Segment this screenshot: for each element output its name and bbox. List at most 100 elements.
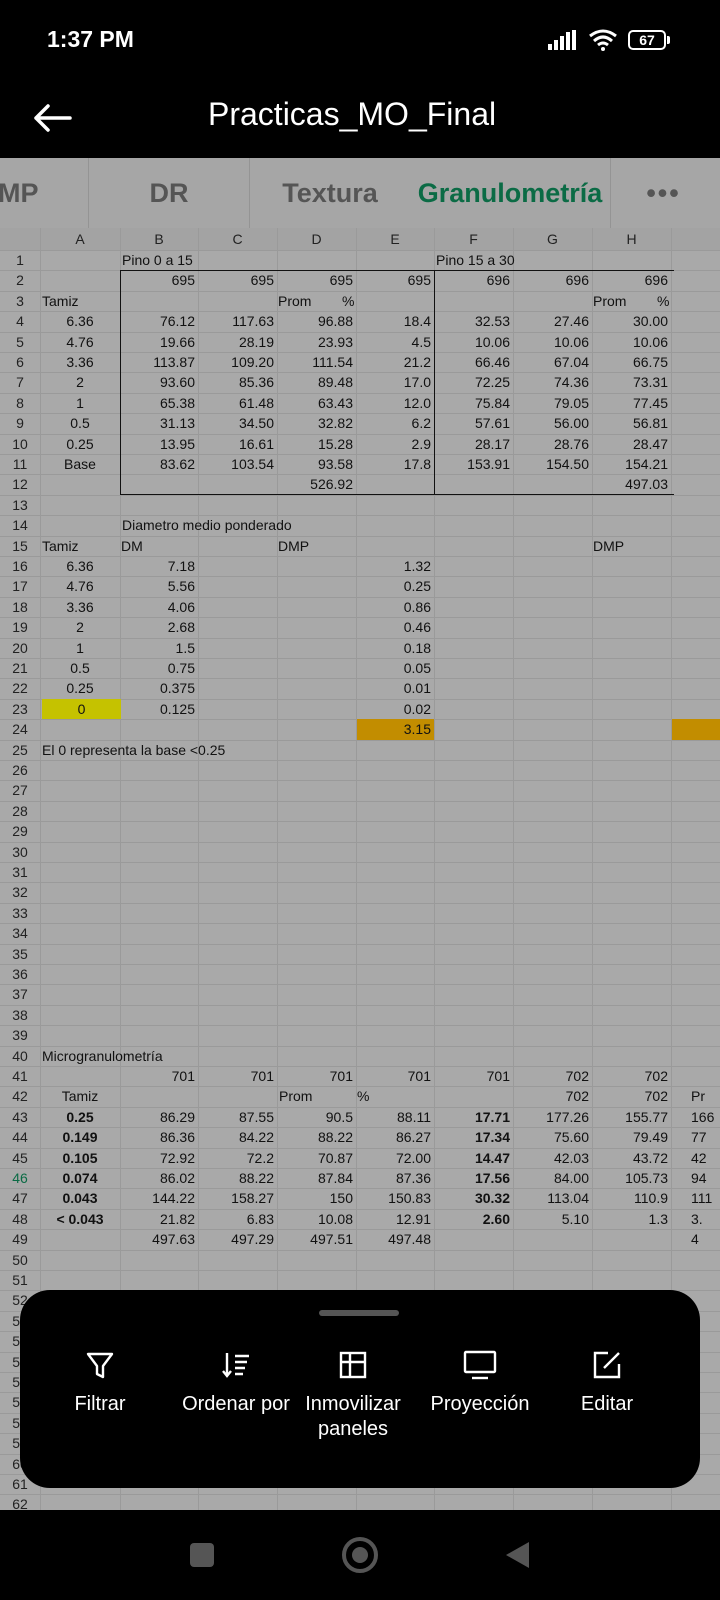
cell-b44[interactable]: 86.36 [120,1127,198,1147]
cell-c46[interactable]: 88.22 [198,1168,277,1188]
row-number[interactable]: 1 [0,250,40,270]
cell-b18[interactable]: 4.06 [120,597,198,617]
row-number[interactable]: 34 [0,923,40,943]
cell-e22[interactable]: 0.01 [356,678,434,698]
cell-i42[interactable]: Pr [691,1086,720,1106]
row-number[interactable]: 2 [0,270,40,290]
cell-a19[interactable]: 2 [40,617,120,637]
cell-a20[interactable]: 1 [40,638,120,658]
cell-g44[interactable]: 75.60 [513,1127,592,1147]
row-number[interactable]: 46 [0,1168,40,1188]
recents-button[interactable] [177,1532,227,1578]
cell-a48[interactable]: < 0.043 [40,1209,120,1229]
cell-b23[interactable]: 0.125 [120,699,198,719]
cell-a45[interactable]: 0.105 [40,1148,120,1168]
column-header-f[interactable]: F [434,228,513,250]
cell-b16[interactable]: 7.18 [120,556,198,576]
row-number[interactable]: 15 [0,536,40,556]
cell-d15[interactable]: DMP [278,536,357,556]
cell-g45[interactable]: 42.03 [513,1148,592,1168]
cell-c43[interactable]: 87.55 [198,1107,277,1127]
column-header-g[interactable]: G [513,228,592,250]
cell-b1[interactable]: Pino 0 a 15 [122,250,442,270]
row-number[interactable]: 13 [0,495,40,515]
cell-e24[interactable]: 3.15 [357,719,434,740]
cell-i43[interactable]: 166 [691,1107,720,1127]
cell-b45[interactable]: 72.92 [120,1148,198,1168]
cell-d47[interactable]: 150 [277,1188,356,1208]
cell-a25[interactable]: El 0 representa la base <0.25 [42,740,362,760]
cell-a11[interactable]: Base [40,454,120,474]
row-number[interactable]: 17 [0,576,40,596]
cell-b22[interactable]: 0.375 [120,678,198,698]
cell-h45[interactable]: 43.72 [592,1148,671,1168]
cell-e20[interactable]: 0.18 [356,638,434,658]
row-number[interactable]: 38 [0,1005,40,1025]
cell-a3[interactable]: Tamiz [42,291,122,311]
row-number[interactable]: 39 [0,1025,40,1045]
row-number[interactable]: 26 [0,760,40,780]
row-number[interactable]: 45 [0,1148,40,1168]
cell-e18[interactable]: 0.86 [356,597,434,617]
cell-a7[interactable]: 2 [40,372,120,392]
cell-d46[interactable]: 87.84 [277,1168,356,1188]
cell-e23[interactable]: 0.02 [356,699,434,719]
cell-b43[interactable]: 86.29 [120,1107,198,1127]
cell-i44[interactable]: 77 [691,1127,720,1147]
row-number[interactable]: 35 [0,944,40,964]
cell-b49[interactable]: 497.63 [120,1229,198,1249]
cell-i47[interactable]: 111 [691,1188,720,1208]
cell-b17[interactable]: 5.56 [120,576,198,596]
back-button[interactable] [28,94,76,142]
cell-e49[interactable]: 497.48 [356,1229,434,1249]
tab-dr[interactable]: DR [89,158,249,228]
projection-button[interactable]: Proyección [415,1350,545,1417]
cell-i46[interactable]: 94 [691,1168,720,1188]
cell-h48[interactable]: 1.3 [592,1209,671,1229]
cell-b46[interactable]: 86.02 [120,1168,198,1188]
row-number[interactable]: 49 [0,1229,40,1249]
row-number[interactable]: 14 [0,515,40,535]
row-number[interactable]: 10 [0,434,40,454]
row-number[interactable]: 32 [0,882,40,902]
cell-g46[interactable]: 84.00 [513,1168,592,1188]
row-number[interactable]: 40 [0,1046,40,1066]
cell-a4[interactable]: 6.36 [40,311,120,331]
row-number[interactable]: 30 [0,842,40,862]
row-number[interactable]: 48 [0,1209,40,1229]
cell-g47[interactable]: 113.04 [513,1188,592,1208]
cell-e43[interactable]: 88.11 [356,1107,434,1127]
cell-g48[interactable]: 5.10 [513,1209,592,1229]
cell-i48[interactable]: 3. [691,1209,720,1229]
row-number[interactable]: 9 [0,413,40,433]
cell-a46[interactable]: 0.074 [40,1168,120,1188]
row-number[interactable]: 36 [0,964,40,984]
cell-e21[interactable]: 0.05 [356,658,434,678]
row-number[interactable]: 25 [0,740,40,760]
cell-a42[interactable]: Tamiz [40,1086,120,1106]
cell-h46[interactable]: 105.73 [592,1168,671,1188]
cell-a5[interactable]: 4.76 [40,332,120,352]
column-header-d[interactable]: D [277,228,356,250]
cell-a17[interactable]: 4.76 [40,576,120,596]
row-number[interactable]: 7 [0,372,40,392]
cell-f45[interactable]: 14.47 [434,1148,513,1168]
home-button[interactable] [335,1532,385,1578]
column-header-h[interactable]: H [592,228,671,250]
cell-d48[interactable]: 10.08 [277,1209,356,1229]
tab-mp[interactable]: MP [0,158,88,228]
cell-a40[interactable]: Microgranulometría [42,1046,362,1066]
cell-e45[interactable]: 72.00 [356,1148,434,1168]
column-header-b[interactable]: B [120,228,198,250]
cell-a9[interactable]: 0.5 [40,413,120,433]
cell-a47[interactable]: 0.043 [40,1188,120,1208]
row-number[interactable]: 31 [0,862,40,882]
cell-f1[interactable]: Pino 15 a 30 [436,250,720,270]
cell-h41[interactable]: 702 [592,1066,671,1086]
row-number[interactable]: 41 [0,1066,40,1086]
cell-c45[interactable]: 72.2 [198,1148,277,1168]
row-number[interactable]: 29 [0,821,40,841]
cell-e44[interactable]: 86.27 [356,1127,434,1147]
cell-a8[interactable]: 1 [40,393,120,413]
cell-d45[interactable]: 70.87 [277,1148,356,1168]
